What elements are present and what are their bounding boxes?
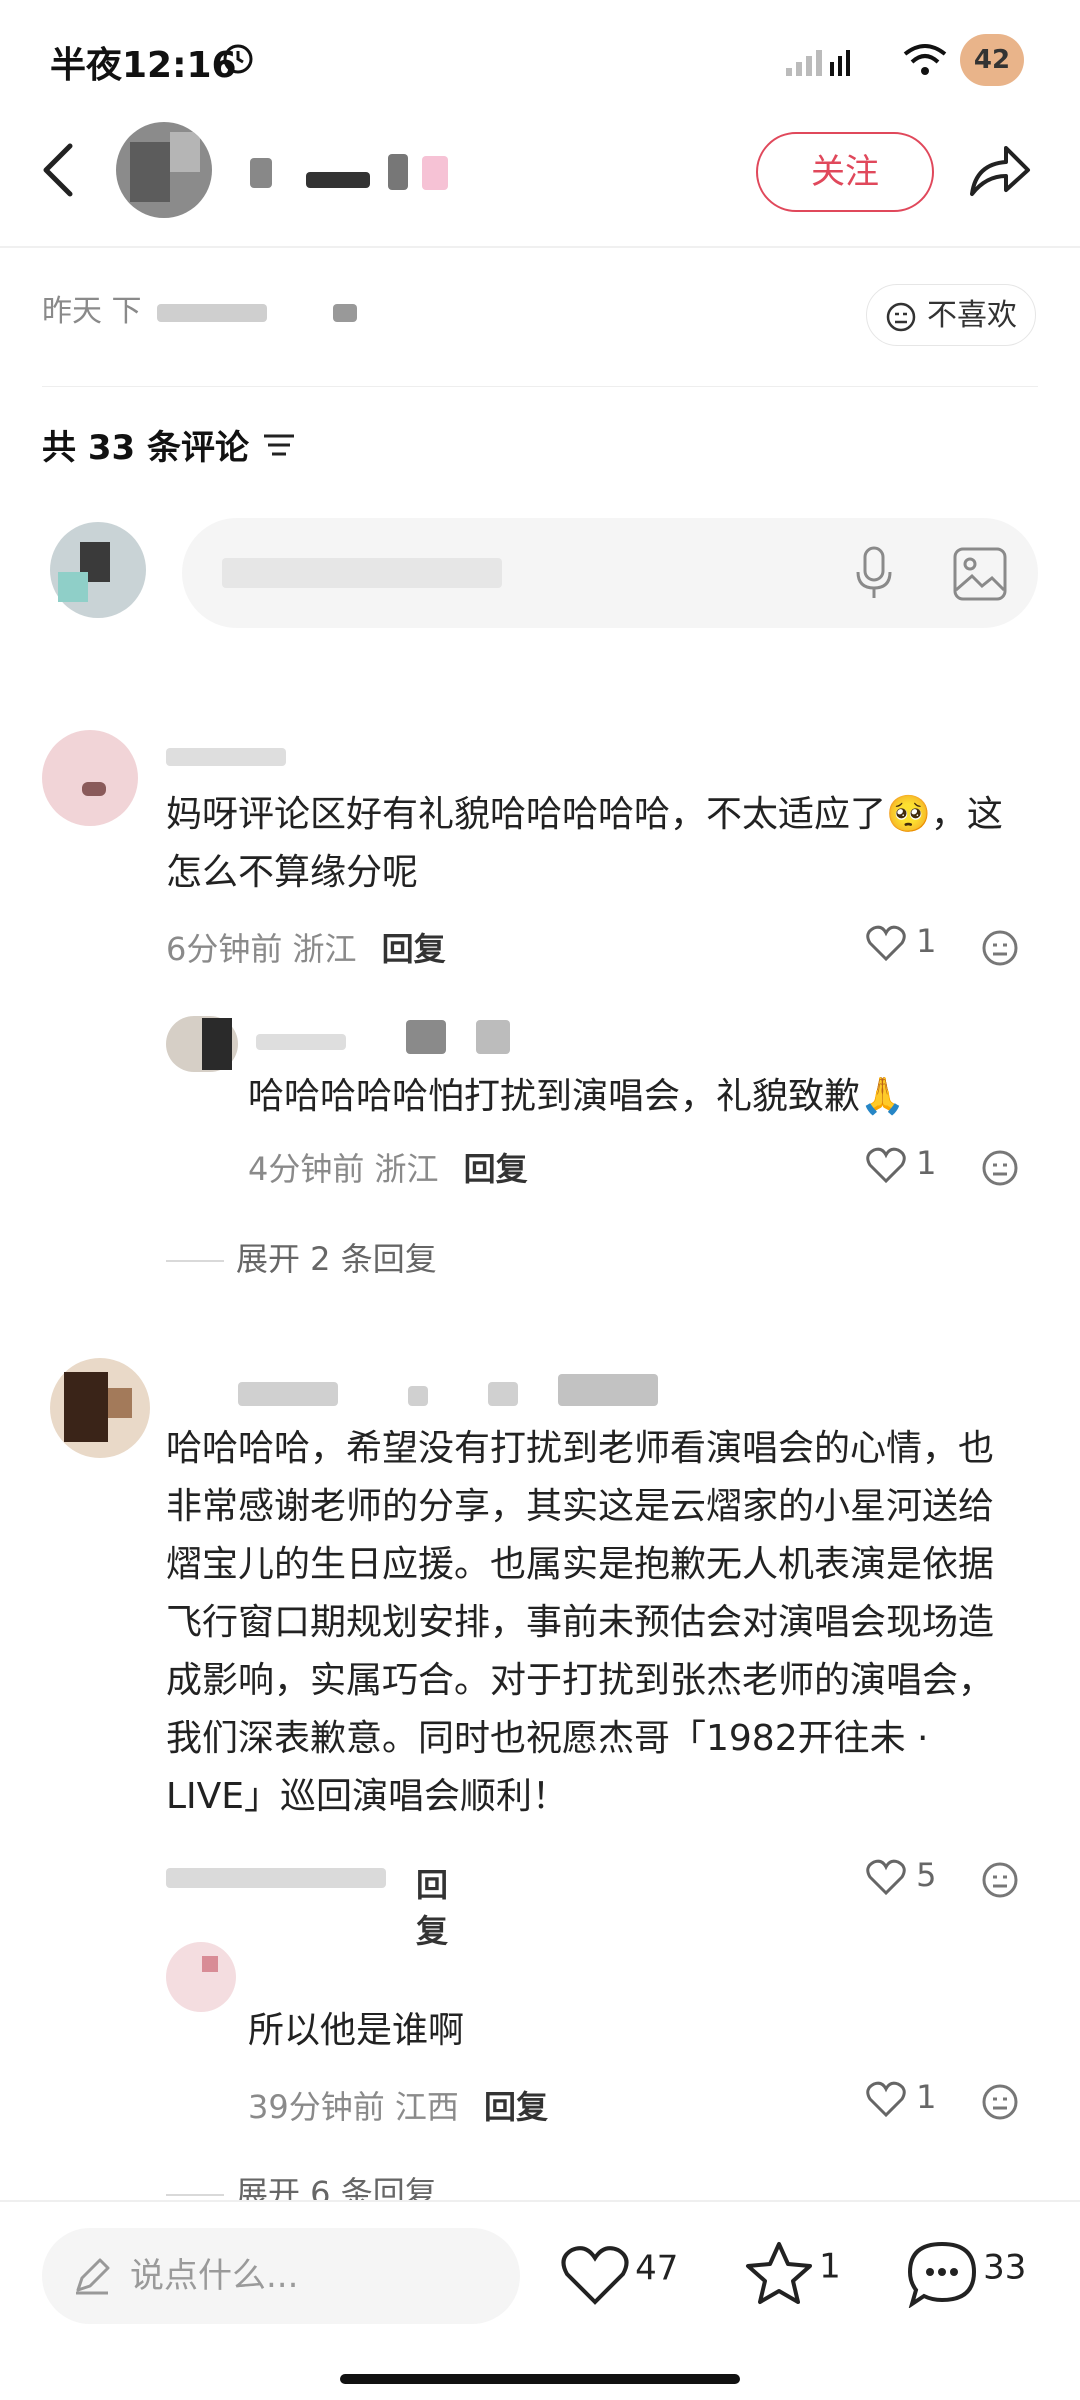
header-divider: [0, 246, 1080, 248]
like-button[interactable]: 1: [866, 922, 937, 962]
reply-meta: 39分钟前 江西 回复: [248, 2088, 549, 2126]
reply-button[interactable]: 回复: [416, 1860, 466, 1952]
my-avatar: [50, 522, 146, 618]
like-count: 47: [635, 2248, 679, 2289]
heart-icon: [866, 2081, 906, 2118]
battery-indicator: 42: [960, 34, 1024, 86]
share-icon[interactable]: [966, 140, 1032, 200]
like-count: 1: [916, 1144, 937, 1182]
mic-icon[interactable]: [852, 546, 896, 602]
face-icon[interactable]: [980, 1148, 1020, 1188]
reply-avatar[interactable]: [166, 1016, 238, 1072]
expand-replies[interactable]: 展开 6 条回复: [166, 2168, 437, 2200]
expand-line: [166, 1260, 224, 1262]
like-count: 1: [916, 2078, 937, 2116]
star-icon: [746, 2242, 812, 2304]
reply-button[interactable]: 回复: [464, 1150, 528, 1188]
star-count: 1: [819, 2246, 841, 2287]
commenter-name[interactable]: [238, 1374, 698, 1414]
comment-meta: 回复: [166, 1860, 466, 1950]
alarm-icon: [223, 44, 253, 74]
heart-icon: [561, 2246, 629, 2305]
reply-text: 所以他是谁啊: [248, 2010, 465, 2051]
commenter-avatar[interactable]: [50, 1358, 150, 1458]
like-post-button[interactable]: 47: [560, 2244, 678, 2306]
like-button[interactable]: 1: [866, 1144, 937, 1184]
like-button[interactable]: 5: [866, 1856, 937, 1896]
reply-text: 哈哈哈哈哈怕打扰到演唱会，礼貌致歉🙏: [248, 1076, 905, 1117]
dislike-face-icon: [886, 302, 916, 332]
face-icon[interactable]: [980, 1860, 1020, 1900]
like-count: 5: [916, 1856, 937, 1894]
comment-input[interactable]: [182, 518, 1038, 628]
comment-text: 哈哈哈哈，希望没有打扰到老师看演唱会的心情，也非常感谢老师的分享，其实这是云熠家…: [166, 1428, 995, 1817]
follow-button[interactable]: 关注: [756, 132, 934, 212]
commenter-avatar[interactable]: [42, 730, 138, 826]
heart-icon: [866, 1147, 906, 1184]
comment-count-nav: 33: [983, 2247, 1027, 2288]
comment-count: 共 33 条评论: [42, 428, 249, 468]
pen-icon: [76, 2258, 110, 2295]
heart-icon: [866, 925, 906, 962]
dislike-button[interactable]: 不喜欢: [866, 284, 1036, 346]
status-bar: 半夜12:16 42: [0, 0, 1080, 120]
reply-meta: 4分钟前 浙江 回复: [248, 1150, 528, 1188]
say-something-input[interactable]: 说点什么...: [42, 2228, 520, 2324]
comment-meta: 6分钟前 浙江 回复: [166, 930, 446, 968]
post-time: 昨天 下: [42, 286, 357, 330]
collect-button[interactable]: 1: [744, 2240, 841, 2306]
author-name[interactable]: [250, 150, 460, 194]
back-icon[interactable]: [34, 140, 84, 200]
commenter-name[interactable]: [166, 744, 296, 768]
like-button[interactable]: 1: [866, 2078, 937, 2118]
reply-name[interactable]: [256, 1020, 516, 1060]
status-time: 半夜12:16: [50, 45, 237, 86]
expand-line: [166, 2194, 224, 2196]
image-icon[interactable]: [952, 546, 1008, 602]
home-indicator[interactable]: [340, 2374, 740, 2384]
author-avatar[interactable]: [116, 122, 212, 218]
face-icon[interactable]: [980, 928, 1020, 968]
bottom-divider: [0, 2200, 1080, 2202]
expand-replies[interactable]: 展开 2 条回复: [166, 1234, 437, 1280]
reply-button[interactable]: 回复: [484, 2088, 548, 2126]
filter-icon[interactable]: [262, 430, 296, 460]
comment-bubble-icon: [907, 2241, 977, 2309]
reply-avatar[interactable]: [166, 1942, 236, 2012]
heart-icon: [866, 1859, 906, 1896]
wifi-icon: [903, 44, 947, 75]
reply-button[interactable]: 回复: [382, 930, 446, 968]
meta-divider: [42, 386, 1038, 387]
face-icon[interactable]: [980, 2082, 1020, 2122]
like-count: 1: [916, 922, 937, 960]
comment-text: 妈呀评论区好有礼貌哈哈哈哈哈，不太适应了🥺，这怎么不算缘分呢: [166, 794, 1003, 893]
comment-nav-button[interactable]: 33: [906, 2240, 1027, 2309]
dislike-label: 不喜欢: [927, 298, 1017, 333]
signal-icon: [786, 50, 850, 76]
